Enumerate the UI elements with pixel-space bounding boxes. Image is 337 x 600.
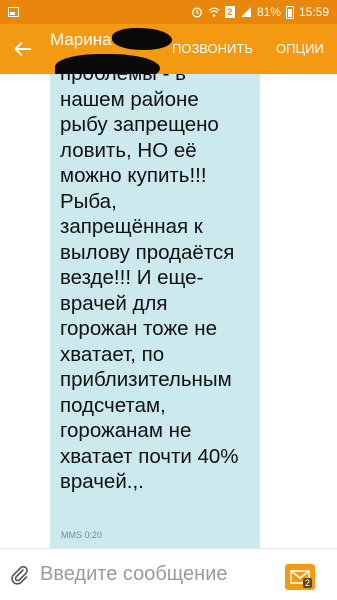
status-right: 2 81% 15:59 [191, 5, 329, 19]
arrow-left-icon [14, 41, 31, 57]
gallery-notification-icon [8, 7, 19, 17]
sim-icon: 2 [224, 6, 235, 18]
wifi-icon [208, 7, 220, 17]
alarm-icon [191, 7, 202, 18]
action-bar: Марина ПОЗВОНИТЬ ОПЦИИ [0, 24, 337, 84]
clock: 15:59 [298, 5, 329, 19]
message-input[interactable] [40, 561, 270, 587]
signal-icon [240, 7, 251, 17]
redaction-mark [112, 28, 172, 50]
back-button[interactable] [10, 36, 36, 62]
send-button[interactable]: 2 [285, 564, 315, 590]
message-text: проблемы - в нашем районе рыбу запрещено… [60, 74, 239, 493]
composer: 2 [0, 548, 337, 600]
paperclip-icon[interactable] [10, 565, 30, 585]
contact-name[interactable]: Марина [50, 30, 112, 50]
status-bar: 2 81% 15:59 [0, 0, 337, 24]
call-button[interactable]: ПОЗВОНИТЬ [172, 41, 253, 56]
battery-icon [285, 5, 294, 19]
send-count-badge: 2 [302, 578, 312, 588]
message-list[interactable]: проблемы - в нашем районе рыбу запрещено… [0, 74, 337, 548]
options-button[interactable]: ОПЦИИ [276, 41, 324, 56]
status-left [8, 7, 19, 17]
battery-percent: 81% [256, 5, 281, 19]
message-meta: MMS 0:20 [61, 530, 103, 540]
